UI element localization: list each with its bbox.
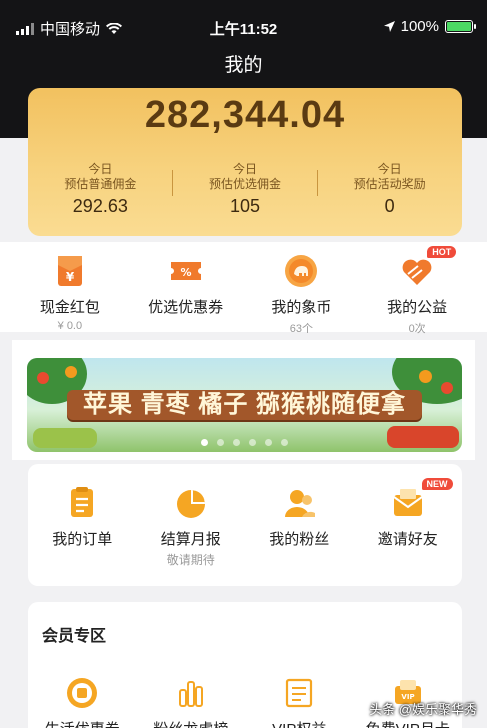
stat-premium-commission[interactable]: 今日 预估优选佣金 105 [173, 162, 318, 217]
new-badge: NEW [421, 478, 453, 490]
stat-normal-commission[interactable]: 今日 预估普通佣金 292.63 [28, 162, 173, 217]
stat-label: 预估优选佣金 [209, 177, 282, 191]
stat-divider [317, 170, 318, 196]
fans-ranking-item[interactable]: 粉丝龙虎榜 [137, 676, 246, 728]
monthly-report-item[interactable]: 结算月报 敬请期待 [137, 486, 246, 568]
battery-icon [445, 20, 476, 33]
quick-item-value: 0次 [408, 323, 426, 335]
watermark-text: 头条 @娱乐聚华秀 [369, 702, 477, 717]
location-arrow-icon [383, 21, 395, 32]
carousel-dot[interactable] [217, 439, 224, 446]
svg-text:%: % [180, 266, 191, 279]
stat-divider [172, 170, 173, 196]
carousel-dot[interactable] [265, 439, 272, 446]
orders-panel: 我的订单 结算月报 敬请期待 我的粉丝 NEW 邀请好友 [28, 464, 462, 586]
grid-item-label: 免费VIP月卡 [354, 718, 463, 728]
earnings-card[interactable]: 282,344.04 今日 预估普通佣金 292.63 今日 预估优选佣金 10… [28, 88, 462, 236]
grid-item-label: 我的订单 [52, 531, 113, 548]
elephant-coin-item[interactable]: 我的象币 63个 [244, 252, 360, 336]
premium-coupon-item[interactable]: % 优选优惠券 [128, 252, 244, 336]
cash-red-packet-item[interactable]: ¥ 现金红包 ¥ 0.0 [12, 252, 128, 336]
battery-percent: 100% [400, 18, 439, 35]
quick-item-value: ¥ 0.0 [57, 320, 83, 332]
grid-item-label: 邀请好友 [377, 531, 438, 548]
banner-title: 苹果 青枣 橘子 猕猴桃随便拿 [67, 390, 422, 420]
elephant-coin-icon [282, 252, 320, 290]
stat-value: 105 [229, 196, 261, 216]
life-coupon-icon [65, 676, 99, 710]
life-coupon-item[interactable]: 生活优惠券 [28, 676, 137, 728]
my-charity-item[interactable]: HOT 我的公益 0次 [359, 246, 475, 336]
grid-item-label: VIP权益 [245, 718, 354, 728]
order-list-icon [65, 486, 99, 520]
page-title: 我的 [224, 55, 263, 76]
stat-activity-reward[interactable]: 今日 预估活动奖励 0 [317, 162, 462, 217]
member-section-title: 会员专区 [42, 628, 107, 645]
svg-text:¥: ¥ [66, 270, 75, 284]
total-earnings: 282,344.04 [144, 94, 346, 136]
my-fans-item[interactable]: 我的粉丝 [245, 486, 354, 568]
red-envelope-icon: ¥ [51, 252, 89, 290]
quick-item-label: 优选优惠券 [148, 299, 224, 316]
coupon-icon: % [167, 252, 205, 290]
stat-value: 0 [384, 196, 395, 216]
hot-badge: HOT [427, 246, 457, 258]
vip-rights-item[interactable]: VIP权益 [245, 676, 354, 728]
vip-rights-icon [282, 676, 316, 710]
stat-caption: 今日 [233, 162, 258, 176]
invite-friends-item[interactable]: NEW 邀请好友 [354, 478, 463, 568]
grid-item-sub: 敬请期待 [166, 553, 215, 567]
quick-item-label: 现金红包 [39, 299, 100, 316]
grid-item-label: 生活优惠券 [28, 718, 137, 728]
ranking-bars-icon [174, 676, 208, 710]
quick-item-value: 63个 [289, 323, 313, 335]
quick-item-label: 我的象币 [271, 299, 332, 316]
stat-value: 292.63 [72, 196, 128, 216]
stat-caption: 今日 [88, 162, 113, 176]
stat-caption: 今日 [377, 162, 402, 176]
promo-banner[interactable]: 苹果 青枣 橘子 猕猴桃随便拿 [27, 358, 462, 452]
carousel-dots [27, 439, 462, 446]
fruit-decoration [441, 382, 453, 394]
pie-chart-icon [174, 486, 208, 520]
carousel-dot[interactable] [281, 439, 288, 446]
grid-item-label: 结算月报 [160, 531, 221, 548]
fruit-decoration [37, 372, 49, 384]
carousel-dot[interactable] [233, 439, 240, 446]
my-orders-item[interactable]: 我的订单 [28, 486, 137, 568]
fans-icon [282, 486, 316, 520]
banner-section: 苹果 青枣 橘子 猕猴桃随便拿 [12, 340, 475, 460]
carousel-dot[interactable] [201, 439, 208, 446]
status-bar: 中国移动 上午11:52 100% [0, 14, 487, 40]
quick-actions: ¥ 现金红包 ¥ 0.0 % 优选优惠券 我的象币 63个 HOT 我的公益 0 [0, 242, 487, 335]
grid-item-label: 我的粉丝 [269, 531, 330, 548]
fruit-decoration [419, 370, 432, 383]
quick-item-label: 我的公益 [387, 299, 448, 316]
carousel-dot[interactable] [249, 439, 256, 446]
fruit-decoration [65, 366, 77, 378]
grid-item-label: 粉丝龙虎榜 [137, 718, 246, 728]
stat-label: 预估普通佣金 [64, 177, 137, 191]
invite-envelope-icon [391, 486, 425, 520]
stat-label: 预估活动奖励 [353, 177, 426, 191]
